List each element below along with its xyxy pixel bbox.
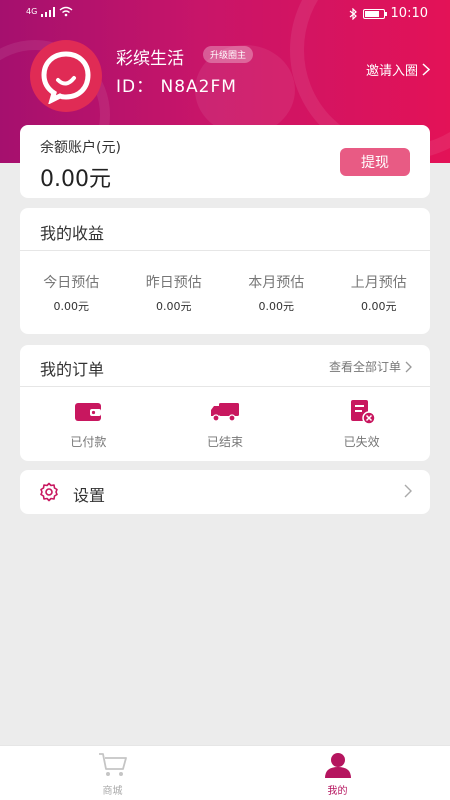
earning-label: 本月预估	[248, 275, 305, 291]
order-status-label: 已失效	[343, 435, 380, 449]
earning-value: 0.00元	[258, 300, 295, 313]
person-icon	[324, 753, 351, 778]
invite-link[interactable]: 邀请入圈	[366, 60, 430, 79]
invalid-order-icon	[350, 400, 376, 425]
settings-row[interactable]: 设置	[20, 470, 430, 514]
earning-item: 上月预估 0.00元	[328, 272, 431, 314]
invite-label: 邀请入圈	[365, 64, 418, 79]
earning-value: 0.00元	[361, 300, 397, 313]
orders-title: 我的订单	[40, 360, 105, 379]
earning-item: 今日预估 0.00元	[20, 272, 123, 314]
wallet-icon	[75, 403, 102, 421]
tab-mall[interactable]: 商城	[0, 746, 225, 800]
cart-icon	[98, 753, 127, 776]
earning-label: 今日预估	[43, 275, 100, 291]
wifi-icon	[59, 6, 73, 17]
chevron-right-icon	[404, 484, 412, 498]
truck-icon	[211, 403, 239, 422]
earning-value: 0.00元	[156, 300, 192, 313]
view-all-label: 查看全部订单	[328, 360, 401, 374]
earning-item: 昨日预估 0.00元	[123, 272, 226, 314]
balance-label: 余额账户(元)	[40, 140, 121, 156]
order-status-invalid[interactable]: 已失效	[293, 399, 430, 450]
signal-icon	[41, 6, 56, 17]
tab-label: 我的	[327, 786, 348, 797]
tab-mine[interactable]: 我的	[225, 746, 450, 800]
earning-label: 上月预估	[350, 275, 407, 291]
balance-value: 0.00元	[40, 167, 111, 192]
status-time: 10:10	[390, 6, 428, 21]
divider	[20, 386, 430, 387]
earnings-card: 我的收益 今日预估 0.00元 昨日预估 0.00元 本月预估 0.00元 上月…	[20, 208, 430, 334]
order-status-label: 已付款	[70, 435, 107, 449]
chevron-right-icon	[405, 361, 412, 372]
upgrade-badge[interactable]: 升级圈主	[203, 46, 254, 63]
order-status-finished[interactable]: 已结束	[157, 399, 294, 450]
tab-label: 商城	[102, 786, 123, 797]
chevron-right-icon	[422, 63, 430, 76]
withdraw-button[interactable]: 提现	[340, 148, 410, 176]
earnings-title: 我的收益	[40, 224, 105, 243]
order-status-paid[interactable]: 已付款	[20, 399, 157, 450]
orders-card: 我的订单 查看全部订单 已付款 已结束 已失效	[20, 345, 430, 461]
user-id: ID： N8A2FM	[116, 77, 237, 97]
view-all-orders-link[interactable]: 查看全部订单	[329, 358, 412, 375]
username: 彩缤生活	[116, 49, 184, 69]
avatar[interactable]	[30, 40, 102, 112]
settings-label: 设置	[73, 486, 106, 505]
battery-icon	[362, 8, 387, 19]
bottom-tab-bar: 商城 我的	[0, 745, 450, 800]
gear-icon	[40, 482, 58, 502]
earning-label: 昨日预估	[145, 275, 202, 291]
balance-card: 余额账户(元) 0.00元 提现	[20, 125, 430, 198]
status-bar: 4G 10:10	[0, 0, 450, 28]
earning-item: 本月预估 0.00元	[225, 272, 328, 314]
bluetooth-icon	[349, 7, 357, 20]
order-status-label: 已结束	[207, 435, 244, 449]
chat-bubble-logo-icon	[41, 51, 91, 104]
network-label: 4G	[26, 7, 38, 16]
divider	[20, 250, 430, 251]
earning-value: 0.00元	[53, 300, 90, 313]
